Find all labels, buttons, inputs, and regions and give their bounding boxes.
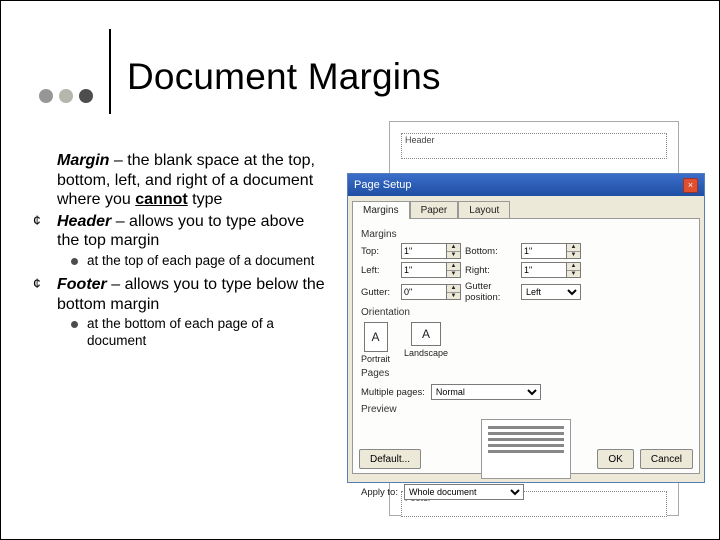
title-divider (109, 29, 111, 114)
tab-margins[interactable]: Margins (352, 201, 410, 219)
left-margin-input[interactable]: ▲▼ (401, 262, 465, 278)
default-button[interactable]: Default... (359, 449, 421, 469)
dialog-titlebar[interactable]: Page Setup × (348, 174, 704, 196)
close-icon[interactable]: × (683, 178, 698, 193)
bottom-margin-input[interactable]: ▲▼ (521, 243, 585, 259)
tab-panel-margins: Margins Top: ▲▼ Bottom: ▲▼ Left: ▲▼ Righ… (352, 218, 700, 474)
slide-title: Document Margins (127, 56, 441, 98)
cancel-button[interactable]: Cancel (640, 449, 693, 469)
gutter-position-select[interactable]: Left (521, 284, 581, 300)
apply-to-select[interactable]: Whole document (404, 484, 524, 500)
top-margin-input[interactable]: ▲▼ (401, 243, 465, 259)
tab-layout[interactable]: Layout (458, 201, 510, 219)
group-orientation-label: Orientation (361, 307, 691, 318)
page-setup-dialog: Page Setup × Margins Paper Layout Margin… (347, 173, 705, 483)
orientation-portrait[interactable]: A Portrait (361, 322, 390, 364)
ok-button[interactable]: OK (597, 449, 633, 469)
dialog-title: Page Setup (354, 179, 412, 191)
body-text: Margin – the blank space at the top, bot… (25, 151, 325, 351)
dialog-tabs: Margins Paper Layout (348, 196, 704, 218)
group-preview-label: Preview (361, 404, 691, 415)
right-margin-input[interactable]: ▲▼ (521, 262, 585, 278)
multiple-pages-select[interactable]: Normal (431, 384, 541, 400)
orientation-landscape[interactable]: A Landscape (404, 322, 448, 364)
tab-paper[interactable]: Paper (410, 201, 459, 219)
title-bullet-dots (39, 89, 93, 103)
group-margins-label: Margins (361, 229, 691, 240)
gutter-input[interactable]: ▲▼ (401, 284, 465, 300)
page-setup-screenshot: Header Footer Page Setup × Margins Paper… (347, 121, 707, 521)
group-pages-label: Pages (361, 368, 691, 379)
margin-preview (481, 419, 571, 479)
header-area: Header (401, 133, 667, 159)
